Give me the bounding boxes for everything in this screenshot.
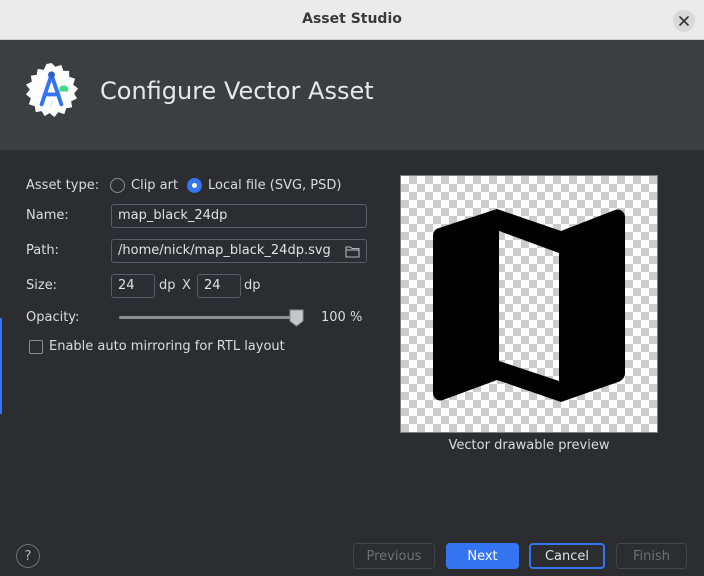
auto-mirroring-label[interactable]: Enable auto mirroring for RTL layout [49,339,285,354]
help-button[interactable]: ? [16,544,40,568]
opacity-slider-track[interactable] [119,316,296,319]
clip-art-radio[interactable] [110,178,125,193]
finish-button[interactable]: Finish [616,543,687,569]
folder-icon[interactable] [345,245,360,258]
window-title: Asset Studio [302,11,402,27]
local-file-radio-label[interactable]: Local file (SVG, PSD) [208,178,342,193]
wizard-header: Configure Vector Asset [0,40,704,151]
opacity-label: Opacity: [26,310,80,325]
size-height-field[interactable]: 24 [197,274,241,298]
clip-art-radio-label[interactable]: Clip art [131,178,178,193]
map-icon-fold [401,176,657,432]
size-width-field[interactable]: 24 [111,274,155,298]
page-title: Configure Vector Asset [100,77,374,105]
window-titlebar: Asset Studio [0,0,704,40]
path-label: Path: [26,243,59,258]
close-button[interactable] [673,10,695,32]
auto-mirroring-checkbox[interactable] [29,340,43,354]
name-field[interactable]: map_black_24dp [111,204,367,228]
size-height-value: 24 [204,278,221,293]
next-button[interactable]: Next [446,543,519,569]
previous-button[interactable]: Previous [353,543,435,569]
size-width-value: 24 [118,278,135,293]
size-height-unit: dp [244,278,261,293]
size-width-unit: dp [159,278,176,293]
wizard-footer: ? Previous Next Cancel Finish [0,528,704,576]
vector-preview [400,175,658,433]
path-field[interactable]: /home/nick/map_black_24dp.svg [111,239,367,263]
size-label: Size: [26,278,58,293]
name-label: Name: [26,208,69,223]
path-field-value: /home/nick/map_black_24dp.svg [118,243,331,258]
asset-type-label: Asset type: [26,178,100,193]
window-edge-highlight [0,318,2,414]
wizard-content: Asset type: Clip art Local file (SVG, PS… [0,152,704,528]
opacity-slider-thumb[interactable] [289,309,304,327]
cancel-button[interactable]: Cancel [529,543,605,569]
preview-caption: Vector drawable preview [448,438,610,453]
close-icon [679,16,689,26]
name-field-value: map_black_24dp [118,208,228,223]
android-studio-logo-icon [25,62,79,118]
opacity-value: 100 % [321,310,363,325]
local-file-radio[interactable] [187,178,202,193]
size-separator: X [182,278,191,293]
